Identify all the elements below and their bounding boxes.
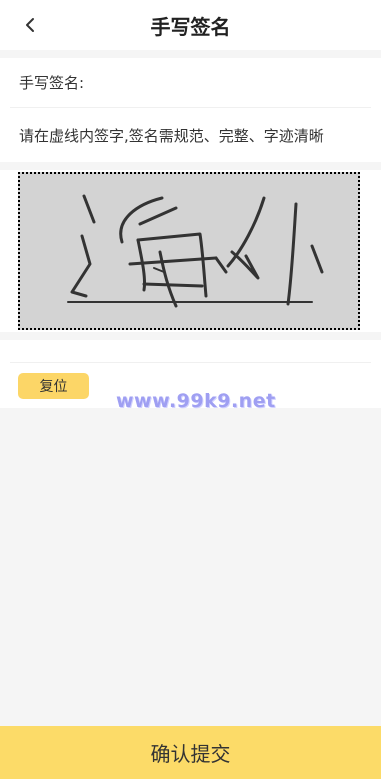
signature-page: 手写签名 手写签名: 请在虚线内签字,签名需规范、完整、字迹清晰 复位 www.… (0, 0, 381, 779)
app-header: 手写签名 (0, 0, 381, 50)
signature-label: 手写签名: (10, 58, 371, 108)
signature-strokes (67, 194, 324, 308)
chevron-left-icon (26, 18, 34, 32)
signature-info-card: 手写签名: 请在虚线内签字,签名需规范、完整、字迹清晰 (0, 58, 381, 162)
signature-instruction: 请在虚线内签字,签名需规范、完整、字迹清晰 (19, 126, 324, 145)
signature-pad-container (0, 170, 381, 332)
signature-pad[interactable] (18, 172, 360, 330)
page-title: 手写签名 (150, 14, 231, 39)
watermark-text: www.99k9.net (116, 390, 276, 412)
confirm-submit-button[interactable]: 确认提交 (0, 726, 381, 779)
back-button[interactable] (20, 15, 40, 35)
divider (10, 362, 371, 363)
reset-button[interactable]: 复位 (18, 373, 89, 399)
